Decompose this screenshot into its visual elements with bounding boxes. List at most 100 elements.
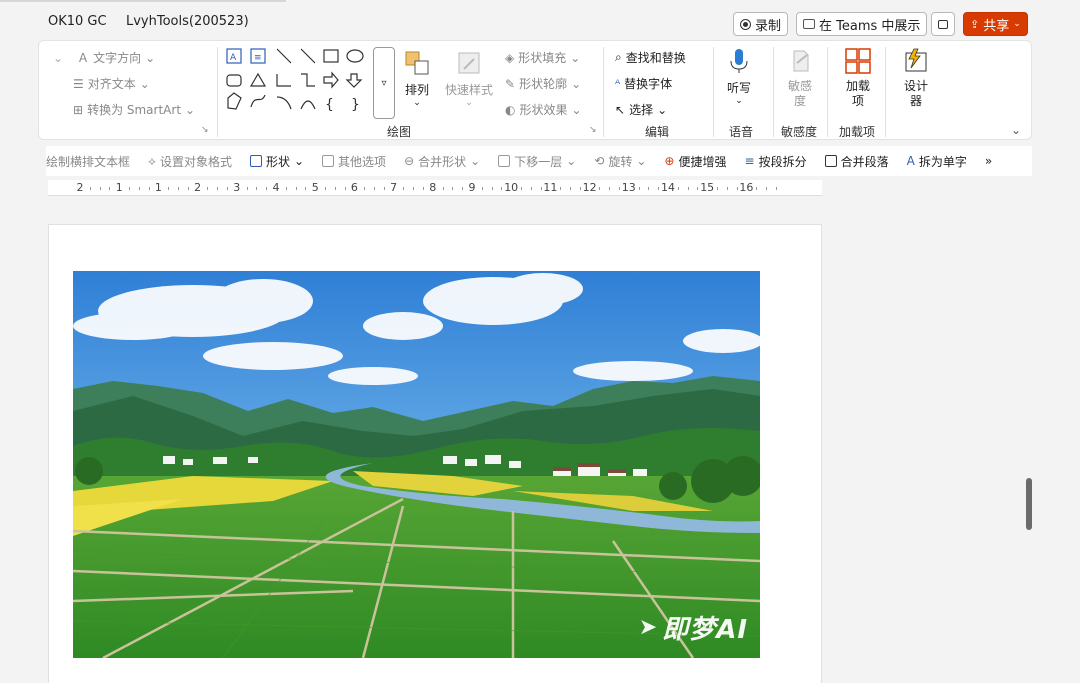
record-button[interactable]: 录制 bbox=[733, 12, 789, 36]
group-label-sensitivity: 敏感度 bbox=[781, 125, 818, 139]
ruler-tick bbox=[305, 187, 307, 190]
horizontal-ruler[interactable]: 2 1 1 2 3 4 5 6 7 8 9 10 11 12 13 14 15 16 bbox=[48, 180, 822, 196]
chevron-down-icon: ⌄ bbox=[570, 50, 581, 65]
ruler-tick bbox=[638, 187, 640, 190]
select-button[interactable]: ↖ 选择 ⌄ bbox=[615, 101, 667, 118]
shape-button[interactable]: 形状 ⌄ bbox=[249, 153, 304, 170]
convert-smartart-label: 转换为 SmartArt bbox=[87, 103, 182, 117]
ruler-tick bbox=[364, 187, 366, 190]
shapes-more-button[interactable]: ▿ bbox=[373, 47, 395, 119]
dialog-launcher-icon[interactable]: ↘ bbox=[589, 125, 597, 135]
replace-font-button[interactable]: ᴬ 替换字体 bbox=[615, 75, 672, 92]
ruler-tick bbox=[99, 187, 101, 190]
shape-outline-button[interactable]: ✎ 形状轮廓 ⌄ bbox=[505, 75, 581, 92]
shapes-gallery-icons[interactable]: A ≡ { } bbox=[225, 47, 375, 119]
toolbar2-label: 旋转 bbox=[608, 154, 633, 169]
watermark-text: 即梦AI bbox=[662, 615, 748, 645]
replace-font-label: 替换字体 bbox=[624, 77, 673, 91]
ruler-tick bbox=[697, 187, 699, 190]
align-text-button[interactable]: ☰ 对齐文本 ⌄ bbox=[73, 75, 150, 92]
separator bbox=[885, 47, 886, 137]
addins-label: 加载项 bbox=[845, 79, 870, 108]
comments-button[interactable] bbox=[931, 12, 955, 36]
scrollbar-thumb[interactable] bbox=[1026, 478, 1032, 530]
ruler-tick bbox=[599, 187, 601, 190]
ruler-tick bbox=[530, 187, 532, 190]
ruler-number: 10 bbox=[504, 181, 519, 194]
toolbar2-label: 按段拆分 bbox=[758, 154, 807, 169]
format-object-button[interactable]: ⟡ 设置对象格式 bbox=[148, 153, 232, 170]
align-text-label: 对齐文本 bbox=[87, 77, 136, 91]
text-direction-button[interactable]: ⌄ Ａ 文字方向 ⌄ bbox=[53, 49, 155, 66]
ruler-tick bbox=[560, 187, 562, 190]
ruler-tick bbox=[726, 187, 728, 190]
ruler-tick bbox=[344, 187, 346, 190]
tab-ok10[interactable]: OK10 GC bbox=[48, 14, 107, 29]
designer-icon bbox=[905, 48, 927, 72]
dialog-launcher-icon[interactable]: ↘ bbox=[201, 125, 209, 135]
ruler-tick bbox=[109, 187, 111, 190]
find-replace-button[interactable]: ⌕ 查找和替换 bbox=[615, 49, 686, 66]
chevron-down-icon: ⌄ bbox=[636, 154, 647, 168]
merge-paragraphs-button[interactable]: 合并段落 bbox=[824, 153, 889, 170]
chevron-down-icon: ⌄ bbox=[413, 98, 421, 108]
sensitivity-button[interactable]: 敏感度 bbox=[783, 47, 817, 109]
split-by-paragraph-button[interactable]: ≡ 按段拆分 bbox=[745, 153, 807, 170]
designer-button[interactable]: 设计器 bbox=[899, 47, 933, 109]
shape-effect-button[interactable]: ◐ 形状效果 ⌄ bbox=[505, 101, 582, 118]
ribbon-collapse-button[interactable]: ⌄ bbox=[1011, 123, 1021, 137]
landscape-image[interactable]: ➤ 即梦AI bbox=[73, 271, 760, 658]
ruler-tick bbox=[677, 187, 679, 190]
ruler-number: 2 bbox=[194, 181, 202, 194]
rotate-button[interactable]: ⟲ 旋转 ⌄ bbox=[594, 153, 646, 170]
toolbar-more-button[interactable]: » bbox=[985, 154, 992, 168]
smartart-icon: ⊞ bbox=[73, 102, 84, 117]
teams-label: 在 Teams 中展示 bbox=[819, 18, 921, 34]
search-icon: ⌕ bbox=[615, 50, 622, 64]
share-button[interactable]: ⇪ 共享 ⌄ bbox=[963, 12, 1028, 36]
ruler-number: 7 bbox=[390, 181, 398, 194]
quick-enhance-button[interactable]: ⊕ 便捷增强 bbox=[664, 153, 726, 170]
jimeng-logo-icon: ➤ bbox=[638, 615, 659, 640]
dictate-button[interactable]: 听写 ⌄ bbox=[725, 47, 753, 106]
tab-lvyhtools[interactable]: LvyhTools(200523) bbox=[126, 14, 249, 29]
toolbar2-label: 便捷增强 bbox=[678, 154, 727, 169]
chevron-down-icon: ▿ bbox=[381, 77, 387, 89]
toolbar2-label: 设置对象格式 bbox=[159, 154, 232, 169]
chevron-down-icon: ⌄ bbox=[1013, 19, 1021, 29]
other-options-button[interactable]: 其他选项 bbox=[322, 153, 386, 170]
chevron-down-icon: ⌄ bbox=[53, 50, 64, 65]
landscape-illustration bbox=[73, 271, 760, 658]
ruler-tick bbox=[227, 187, 228, 190]
paint-bucket-icon: ◈ bbox=[505, 50, 515, 65]
arrange-button[interactable]: 排列 ⌄ bbox=[403, 49, 431, 108]
toolbar2-label: 合并段落 bbox=[840, 154, 889, 169]
ruler-tick bbox=[168, 187, 170, 190]
arrange-icon bbox=[405, 51, 429, 75]
ruler-tick bbox=[256, 187, 258, 190]
vertical-scrollbar[interactable] bbox=[1026, 178, 1032, 683]
sensitivity-icon bbox=[793, 50, 809, 72]
title-bar: OK10 GC LvyhTools(200523) 录制 在 Teams 中展示… bbox=[0, 0, 1080, 44]
merge-shapes-button[interactable]: ⊖ 合并形状 ⌄ bbox=[404, 153, 480, 170]
lvyhtools-toolbar: 绘制横排文本框 ⟡ 设置对象格式 形状 ⌄ 其他选项 ⊖ 合并形状 ⌄ 下移一层 ⌄ ⟲ 旋… bbox=[46, 146, 1032, 176]
addins-button[interactable]: 加载项 bbox=[841, 47, 875, 109]
convert-smartart-button[interactable]: ⊞ 转换为 SmartArt ⌄ bbox=[73, 101, 195, 118]
ruler-tick bbox=[442, 187, 444, 190]
separator bbox=[217, 47, 218, 137]
addins-icon bbox=[845, 48, 871, 74]
quick-styles-button[interactable]: 快速样式 ⌄ bbox=[445, 49, 493, 108]
text-direction-label: 文字方向 bbox=[93, 51, 142, 65]
ruler-tick bbox=[687, 187, 689, 190]
ruler-tick bbox=[138, 187, 140, 190]
split-characters-button[interactable]: A 拆为单字 bbox=[907, 153, 967, 170]
chevron-down-icon: ⌄ bbox=[571, 102, 582, 117]
ruler-number: 6 bbox=[350, 181, 358, 194]
shape-fill-button[interactable]: ◈ 形状填充 ⌄ bbox=[505, 49, 580, 66]
teams-icon bbox=[803, 19, 815, 29]
draw-horizontal-textbox-button[interactable]: 绘制横排文本框 bbox=[46, 153, 130, 170]
ruler-tick bbox=[736, 187, 738, 190]
teams-present-button[interactable]: 在 Teams 中展示 bbox=[796, 12, 928, 36]
effect-icon: ◐ bbox=[505, 102, 516, 117]
send-backward-button[interactable]: 下移一层 ⌄ bbox=[498, 153, 576, 170]
